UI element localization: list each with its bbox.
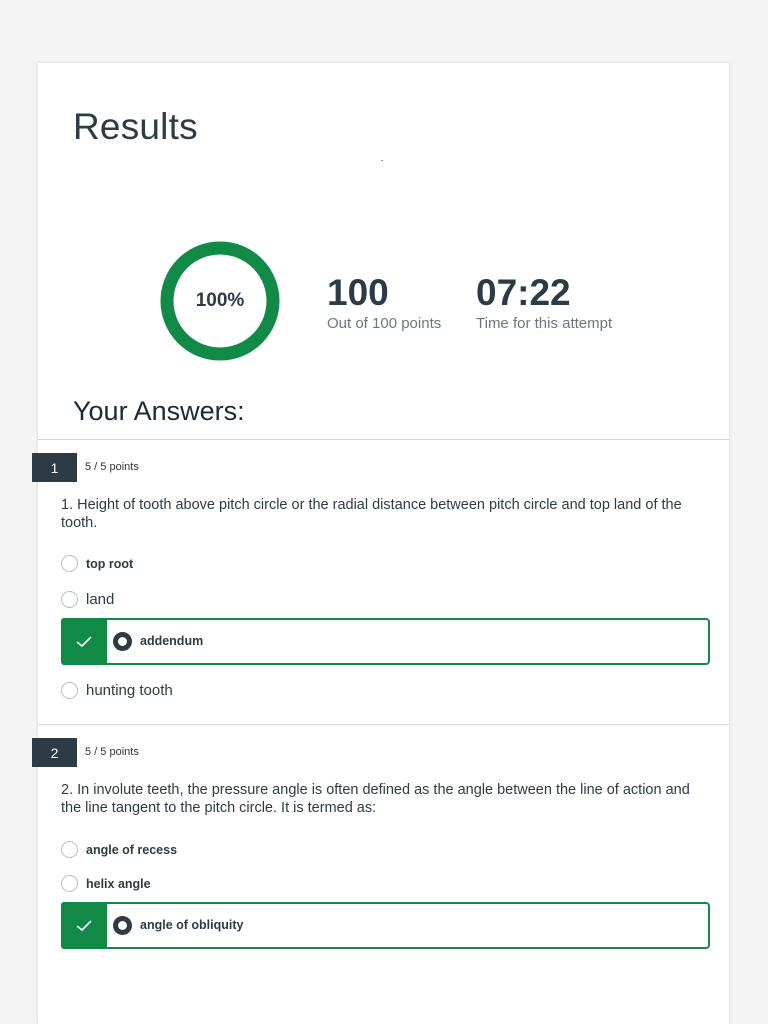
answer-option[interactable]: angle of recess [61, 841, 177, 858]
answers-heading: Your Answers: [73, 396, 245, 426]
answer-option[interactable]: top root [61, 555, 133, 572]
selected-radio-icon[interactable] [113, 916, 132, 935]
question-divider [38, 439, 729, 440]
radio-button[interactable] [61, 841, 78, 858]
points-value: 100 [327, 272, 389, 313]
time-label: Time for this attempt [476, 315, 613, 332]
question-text: 2. In involute teeth, the pressure angle… [61, 782, 690, 816]
divider-dot [381, 160, 383, 161]
answer-option-label: helix angle [86, 876, 151, 891]
radio-button[interactable] [61, 875, 78, 892]
radio-button[interactable] [61, 682, 78, 699]
answer-option-label: addendum [140, 634, 204, 648]
question-number-badge: 1 [32, 453, 77, 482]
correct-answer-option[interactable]: angle of obliquity [61, 902, 710, 949]
answer-option-label: land [86, 591, 115, 608]
question-text: 1. Height of tooth above pitch circle or… [61, 497, 682, 531]
answer-option[interactable]: helix angle [61, 875, 151, 892]
question-number-badge: 2 [32, 738, 77, 767]
answer-option[interactable]: land [61, 591, 114, 608]
page-title: Results [73, 106, 198, 147]
selected-radio-icon[interactable] [113, 632, 132, 651]
question-divider [38, 724, 729, 725]
score-percent: 100% [195, 290, 245, 311]
answer-option-label: hunting tooth [86, 682, 173, 699]
correct-answer-option[interactable]: addendum [61, 618, 710, 665]
points-label: Out of 100 points [327, 315, 442, 332]
answer-option-label: angle of recess [86, 842, 178, 857]
answer-option-label: top root [86, 556, 134, 571]
time-value: 07:22 [476, 272, 571, 313]
question-points: 5 / 5 points [85, 461, 139, 473]
radio-button[interactable] [61, 591, 78, 608]
answer-option-label: angle of obliquity [140, 918, 244, 932]
question-points: 5 / 5 points [85, 746, 139, 758]
check-icon [61, 902, 107, 949]
check-icon [61, 618, 107, 665]
answer-option[interactable]: hunting tooth [61, 682, 173, 699]
radio-button[interactable] [61, 555, 78, 572]
